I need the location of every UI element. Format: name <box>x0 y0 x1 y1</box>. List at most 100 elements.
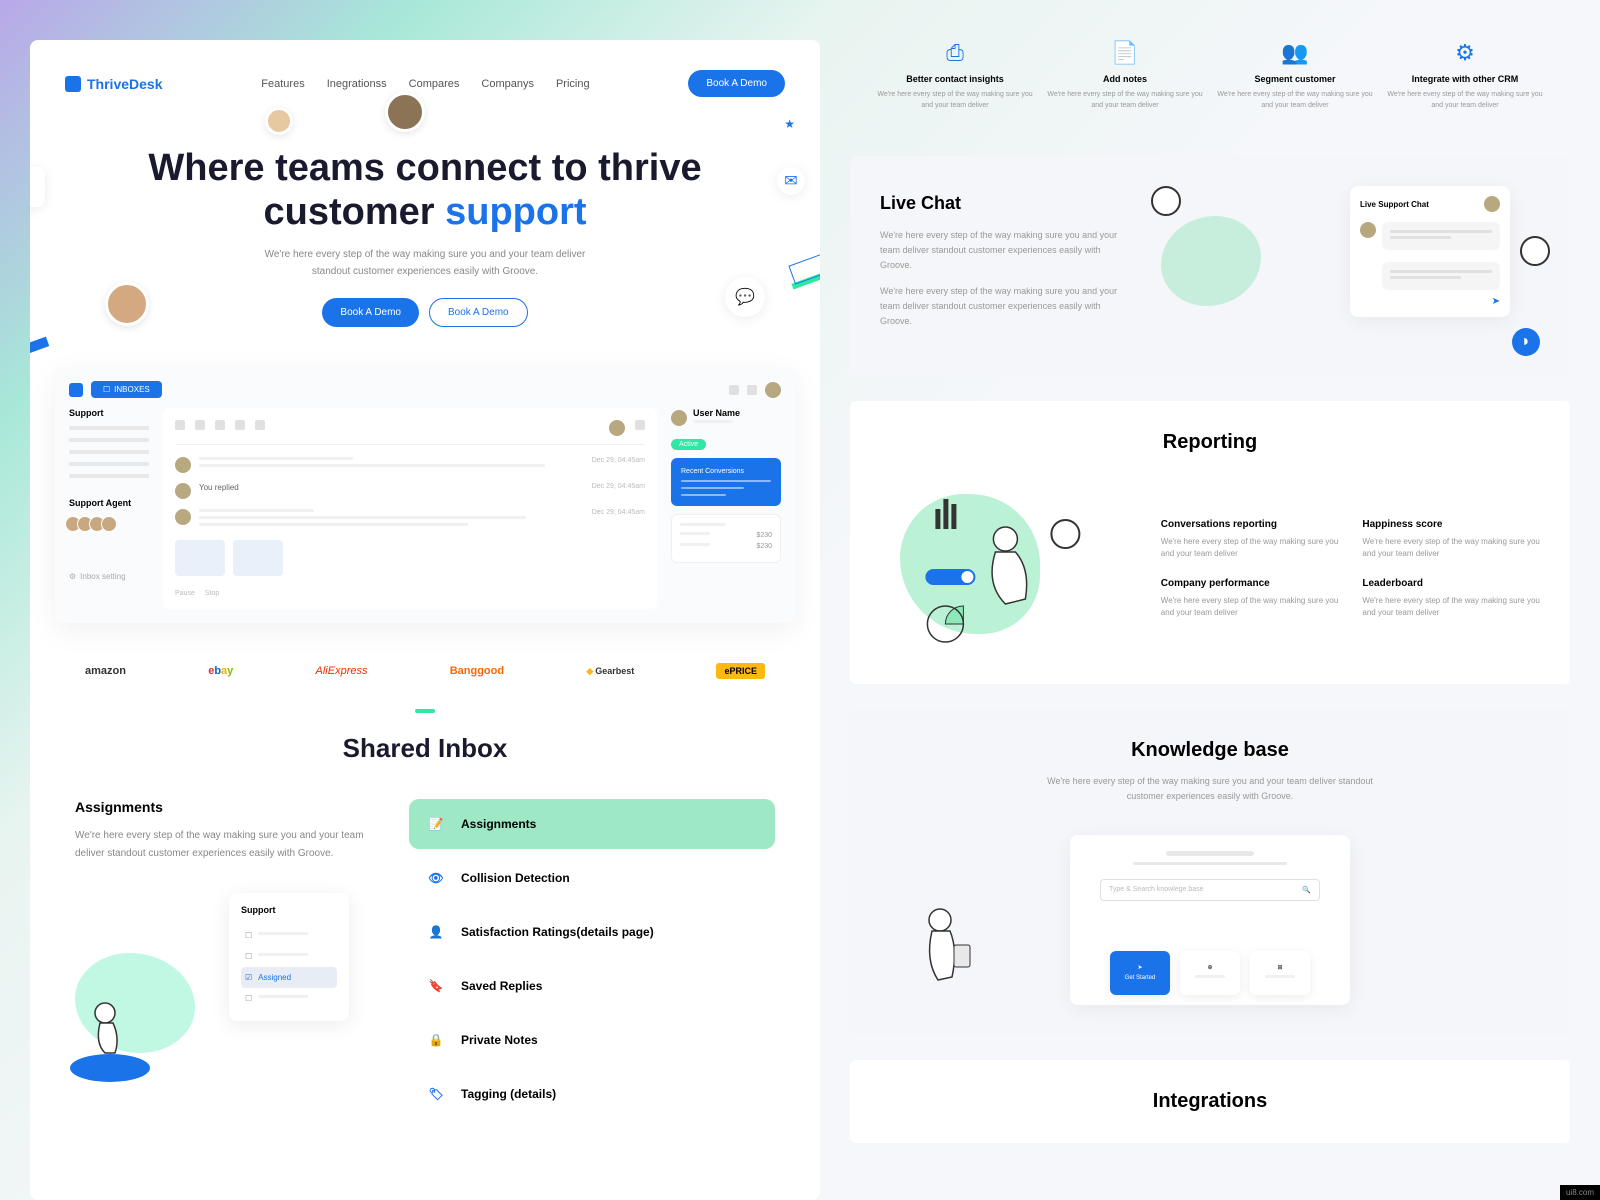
live-support-card: Live Support Chat ➤ <box>1350 186 1510 317</box>
active-badge: Active <box>671 439 706 450</box>
rep-performance: Company performanceWe're here every step… <box>1161 578 1339 619</box>
dash-main: Dec 29, 04:45am You replied Dec 29, 04:4… <box>163 408 657 609</box>
rep-happiness: Happiness scoreWe're here every step of … <box>1362 519 1540 560</box>
support-card: Support ☐ ☐ ☑Assigned ☐ <box>229 893 349 1021</box>
brand-badge-icon: ◗ <box>1512 328 1540 356</box>
rep-conversations: Conversations reportingWe're here every … <box>1161 519 1339 560</box>
feature-collision[interactable]: 👁Collision Detection <box>409 853 775 903</box>
nav-integrations[interactable]: Inegrationss <box>327 78 387 90</box>
assignments-desc: We're here every step of the way making … <box>75 827 369 863</box>
hero-demo-outline-button[interactable]: Book A Demo <box>429 298 528 327</box>
avatar-illustration <box>1151 186 1181 216</box>
shared-inbox-section: Assignments We're here every step of the… <box>65 799 785 1123</box>
feature-saved-replies[interactable]: 🔖Saved Replies <box>409 961 775 1011</box>
agent-avatar <box>101 516 117 532</box>
landing-right-panel: ⎙ Better contact insights We're here eve… <box>850 40 1570 1200</box>
decorative-stripe <box>30 337 49 374</box>
inbox-settings-link: ⚙ Inbox setting <box>69 572 149 581</box>
feature-ratings[interactable]: 👤Satisfaction Ratings(details page) <box>409 907 775 957</box>
integrations-section: Integrations <box>850 1060 1570 1143</box>
gift-icon: ⊞ <box>1277 964 1282 971</box>
integration-icon: ⚙ <box>1387 40 1543 66</box>
kb-title: Knowledge base <box>880 739 1540 762</box>
brand-logo[interactable]: ThriveDesk <box>65 76 162 92</box>
nav-compares[interactable]: Compares <box>409 78 460 90</box>
logo-icon <box>65 76 81 92</box>
feature-list: 📝Assignments 👁Collision Detection 👤Satis… <box>409 799 775 1123</box>
feat-segment: 👥 Segment customer We're here every step… <box>1217 40 1373 111</box>
knowledge-base-section: Knowledge base We're here every step of … <box>850 709 1570 1035</box>
dash-sidebar: Support Support Agent ⚙ Inbox setting <box>69 408 149 609</box>
person-illustration <box>910 905 980 995</box>
mail-icon: ✉ <box>777 167 805 195</box>
notification-icon <box>729 385 739 395</box>
divider-accent <box>415 709 435 713</box>
tag-icon: 🏷 <box>425 1083 447 1105</box>
partner-logos: amazon ebay AliExpress Banggood Gearbest… <box>65 653 785 709</box>
avatar <box>105 282 149 326</box>
livechat-section: Live Chat We're here every step of the w… <box>850 156 1570 376</box>
reporting-title: Reporting <box>880 431 1540 454</box>
nav-features[interactable]: Features <box>261 78 304 90</box>
chat-icon: 💬 <box>725 277 765 317</box>
eprice-logo: ePRICE <box>716 663 765 679</box>
aliexpress-logo: AliExpress <box>316 665 368 677</box>
feat-add-notes: 📄 Add notes We're here every step of the… <box>1047 40 1203 111</box>
inboxes-tab: ☐ INBOXES <box>91 381 162 398</box>
info-card: $230 $230 <box>671 514 781 563</box>
assigned-item: ☑Assigned <box>241 967 337 988</box>
decorative-blob <box>1161 216 1261 306</box>
dash-right-panel: User Name Active Recent Conversions $230… <box>671 408 781 609</box>
livechat-title: Live Chat <box>880 193 1131 214</box>
person-illustration <box>65 993 155 1083</box>
feat-contact-insights: ⎙ Better contact insights We're here eve… <box>877 40 1033 111</box>
kb-search-input[interactable]: Type & Search knowlege base🔍 <box>1100 879 1320 901</box>
person-icon: 👤 <box>425 921 447 943</box>
dash-logo-icon <box>69 383 83 397</box>
main-nav: Features Inegrationss Compares Companys … <box>261 78 589 90</box>
get-started-button[interactable]: ➤Get Started <box>1110 951 1170 995</box>
watermark: ui8.com <box>1560 1185 1600 1200</box>
book-demo-button[interactable]: Book A Demo <box>688 70 785 97</box>
dashboard-mockup: ☐ INBOXES Support Support Agent ⚙ Inbox … <box>55 367 795 623</box>
binoculars-icon: 👁 <box>425 867 447 889</box>
chatbot-icon <box>30 167 45 207</box>
avatar <box>385 92 425 132</box>
attachment-thumbnail <box>233 540 283 576</box>
agents-title: Support Agent <box>69 498 149 508</box>
reporting-section: Reporting Conversations reportingWe're h… <box>850 401 1570 684</box>
avatar-illustration <box>1520 236 1550 266</box>
send-icon: ➤ <box>1137 964 1142 971</box>
user-avatar <box>765 382 781 398</box>
banggood-logo: Banggood <box>450 665 504 677</box>
feature-tagging[interactable]: 🏷Tagging (details) <box>409 1069 775 1119</box>
sidebar-title: Support <box>69 408 149 418</box>
header: ThriveDesk Features Inegrationss Compare… <box>65 70 785 97</box>
kb-option-button[interactable]: ⊞ <box>1250 951 1310 995</box>
rep-leaderboard: LeaderboardWe're here every step of the … <box>1362 578 1540 619</box>
assignments-heading: Assignments <box>75 799 369 815</box>
hero-buttons: Book A Demo Book A Demo <box>125 298 725 327</box>
settings-icon <box>747 385 757 395</box>
nav-companys[interactable]: Companys <box>481 78 534 90</box>
attachment-thumbnail <box>175 540 225 576</box>
feat-integrate-crm: ⚙ Integrate with other CRM We're here ev… <box>1387 40 1543 111</box>
hero-demo-button[interactable]: Book A Demo <box>322 298 419 327</box>
ebay-logo: ebay <box>208 665 233 677</box>
kb-option-button[interactable]: ⊕ <box>1180 951 1240 995</box>
amazon-logo: amazon <box>85 665 126 677</box>
nav-pricing[interactable]: Pricing <box>556 78 590 90</box>
feature-private-notes[interactable]: 🔒Private Notes <box>409 1015 775 1065</box>
contact-icon: ⎙ <box>877 40 1033 66</box>
integrations-title: Integrations <box>880 1090 1540 1113</box>
kb-desc: We're here every step of the way making … <box>1045 774 1375 805</box>
globe-icon: ⊕ <box>1207 964 1212 971</box>
notes-icon: 📄 <box>1047 40 1203 66</box>
landing-left-panel: ThriveDesk Features Inegrationss Compare… <box>30 40 820 1200</box>
lock-note-icon: 🔒 <box>425 1029 447 1051</box>
hero-subtitle: We're here every step of the way making … <box>255 246 595 280</box>
avatar <box>265 107 293 135</box>
feature-assignments[interactable]: 📝Assignments <box>409 799 775 849</box>
gearbest-logo: Gearbest <box>586 666 634 677</box>
recent-conversions-card: Recent Conversions <box>671 458 781 506</box>
